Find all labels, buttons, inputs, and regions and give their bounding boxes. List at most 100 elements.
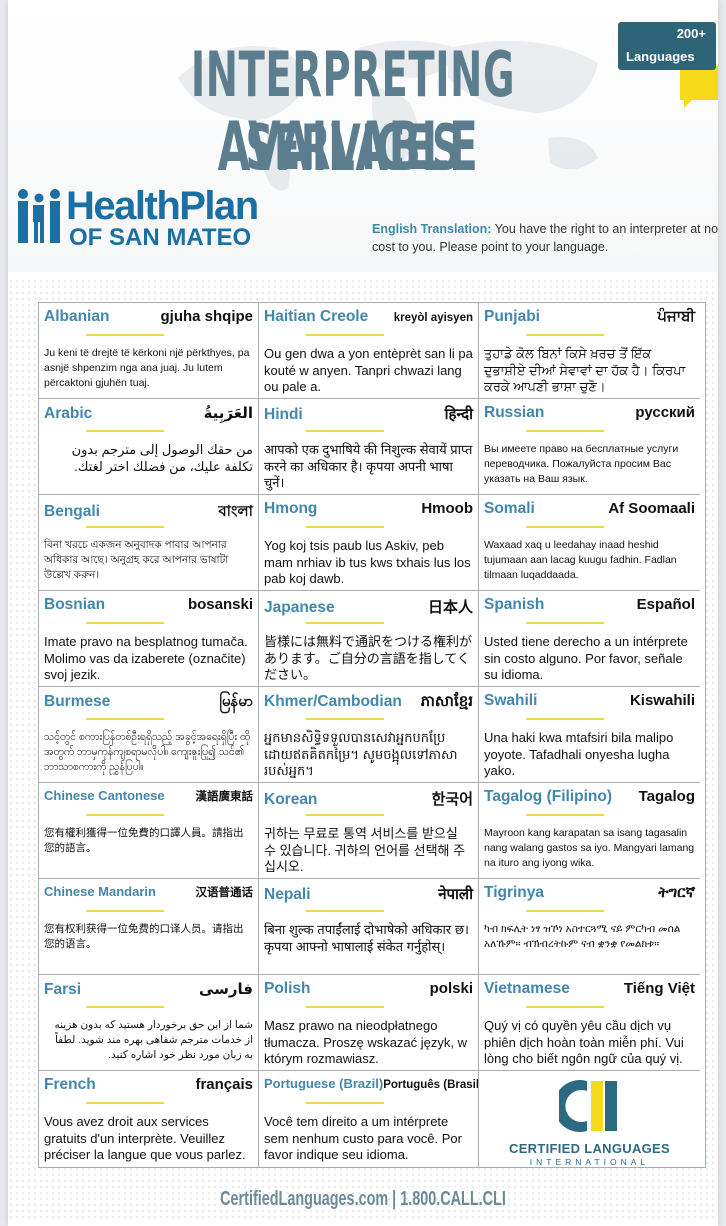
language-name: Portuguese (Brazil) bbox=[264, 1076, 384, 1091]
language-cell-korean[interactable]: Korean 한국어 귀하는 무료로 통역 서비스를 받으실 수 있습니다. 귀하… bbox=[259, 783, 479, 879]
language-cell-bengali[interactable]: Bengali বাংলা বিনা খরচে একজন অনুবাদক পাবা… bbox=[39, 495, 259, 591]
badge-speech-tail bbox=[684, 98, 694, 108]
language-name: Tigrinya bbox=[484, 884, 545, 901]
native-name: Tiếng Việt bbox=[623, 980, 695, 997]
languages-badge: 200+ Languages bbox=[618, 22, 716, 70]
language-cell-burmese[interactable]: Burmese မြန်မာ သင့်တွင် စကားပြန်တစ်ဦးရရှိ… bbox=[39, 687, 259, 783]
language-cell-tigrinya[interactable]: Tigrinya ትግርኛ ካብ ክፍሊት ነፃ ዝኾነ አስተርጓሚ ናይ ምር… bbox=[479, 879, 700, 975]
language-cell-russian[interactable]: Russian русский Вы имеете право на беспла… bbox=[479, 399, 700, 495]
language-text: बिना शुल्क तपाईंलाई दोभाषेको अधिकार छ। क… bbox=[264, 922, 469, 954]
language-cell-vietnamese[interactable]: Vietnamese Tiếng Việt Quý vị có quyền yêu… bbox=[479, 975, 700, 1071]
language-cell-french[interactable]: French français Vous avez droit aux servi… bbox=[39, 1071, 259, 1167]
language-text: आपको एक दुभाषिये की निशुल्क सेवायें प्रा… bbox=[264, 442, 473, 490]
language-cell-farsi[interactable]: Farsi فارسی شما از این حق برخوردار هستید … bbox=[39, 975, 259, 1071]
language-name: Nepali bbox=[264, 886, 311, 903]
people-logo-icon bbox=[18, 189, 60, 243]
native-name: русский bbox=[635, 404, 695, 421]
language-text: Usted tiene derecho a un intérprete sin … bbox=[484, 634, 688, 682]
language-name: Somali bbox=[484, 500, 535, 517]
language-cell-hmong[interactable]: Hmong Hmoob Yog koj tsis paub lus Askiv, … bbox=[259, 495, 479, 591]
language-cell-arabic[interactable]: Arabic العَرَبِيةُ من حقك الوصول إلى مترج… bbox=[39, 399, 259, 495]
cli-name: CERTIFIED LANGUAGES bbox=[509, 1141, 670, 1156]
language-name: Swahili bbox=[484, 692, 538, 709]
language-cell-somali[interactable]: Somali Af Soomaali Waxaad xaq u leedahay … bbox=[479, 495, 700, 591]
language-text: ਤੁਹਾਡੇ ਕੋਲ ਬਿਨਾਂ ਕਿਸੇ ਖ਼ਰਚ ਤੋਂ ਇੱਕ ਦੁਭਾਸ… bbox=[484, 346, 686, 394]
language-text: من حقك الوصول إلى مترجم بدون تكلفة عليك،… bbox=[71, 442, 253, 474]
native-name: Hmoob bbox=[421, 500, 473, 517]
language-name: Burmese bbox=[44, 693, 111, 710]
language-name: Vietnamese bbox=[484, 980, 570, 997]
language-name: Farsi bbox=[44, 981, 82, 998]
cli-subtitle: INTERNATIONAL bbox=[529, 1157, 650, 1167]
flyer: INTERPRETING SERVICES AVAILABLE 200+ Lan… bbox=[8, 0, 718, 1226]
accent-underline bbox=[306, 622, 384, 624]
language-name: Chinese Cantonese bbox=[44, 788, 165, 803]
language-name: Bosnian bbox=[44, 596, 106, 613]
language-cell-nepali[interactable]: Nepali नेपाली बिना शुल्क तपाईंलाई दोभाषेक… bbox=[259, 879, 479, 975]
language-cell-bosnian[interactable]: Bosnian bosanski Imate pravo na besplatno… bbox=[39, 591, 259, 687]
language-cell-albanian[interactable]: Albanian gjuha shqipe Ju keni të drejtë t… bbox=[39, 303, 259, 399]
accent-underline bbox=[306, 430, 384, 432]
language-name: Polish bbox=[264, 980, 311, 997]
logo-san-mateo-text: OF SAN MATEO bbox=[69, 224, 252, 251]
accent-underline bbox=[526, 718, 604, 720]
accent-underline bbox=[86, 334, 164, 336]
language-text: Yog koj tsis paub lus Askiv, peb mam nrh… bbox=[264, 538, 471, 586]
language-cell-portuguese[interactable]: Portuguese (Brazil) Português (Brasil) Vo… bbox=[259, 1071, 479, 1167]
translation-label: English Translation: bbox=[372, 222, 492, 236]
language-name: Arabic bbox=[44, 405, 93, 422]
language-cell-punjabi[interactable]: Punjabi ਪੰਜਾਬੀ ਤੁਹਾਡੇ ਕੋਲ ਬਿਨਾਂ ਕਿਸੇ ਖ਼ਰਚ… bbox=[479, 303, 700, 399]
language-text: Ou gen dwa a yon entèprèt san li pa kout… bbox=[264, 346, 473, 394]
language-cell-tagalog[interactable]: Tagalog (Filipino) Tagalog Mayroon kang k… bbox=[479, 783, 700, 879]
language-text: Você tem direito a um intérprete sem nen… bbox=[264, 1114, 462, 1162]
accent-underline bbox=[86, 1006, 164, 1008]
language-cell-chinese-cantonese[interactable]: Chinese Cantonese 漢語廣東話 您有權利獲得一位免費的口譯人員。請… bbox=[39, 783, 259, 879]
cli-logo-icon bbox=[558, 1080, 617, 1132]
language-cell-spanish[interactable]: Spanish Español Usted tiene derecho a un … bbox=[479, 591, 700, 687]
language-cell-swahili[interactable]: Swahili Kiswahili Una haki kwa mtafsiri b… bbox=[479, 687, 700, 783]
accent-underline bbox=[306, 1006, 384, 1008]
language-cell-japanese[interactable]: Japanese 日本人 皆様には無料で通訳をつける権利があります。ご自分の言語を… bbox=[259, 591, 479, 687]
language-text: বিনা খরচে একজন অনুবাদক পাবার আপনার অধিকা… bbox=[44, 539, 229, 581]
native-name: हिन्दी bbox=[444, 406, 473, 423]
language-name: Tagalog (Filipino) bbox=[484, 788, 612, 805]
language-text: អ្នកមានសិទ្ធិទទួលបានសេវាអ្នកបកប្រែ ដោយឥត… bbox=[264, 730, 458, 778]
native-name: français bbox=[195, 1076, 253, 1093]
english-translation: English Translation: You have the right … bbox=[372, 220, 718, 256]
healthplan-logo: HealthPlan OF SAN MATEO bbox=[14, 184, 274, 258]
language-text: Ju keni të drejtë të kërkoni një përkthy… bbox=[44, 347, 250, 389]
native-name: bosanski bbox=[187, 596, 253, 613]
language-name: Japanese bbox=[264, 599, 335, 616]
native-name: ਪੰਜਾਬੀ bbox=[657, 308, 695, 325]
page-title-line2: AVAILABLE bbox=[217, 108, 479, 187]
native-name: gjuha shqipe bbox=[160, 308, 253, 325]
badge-speech-bubble bbox=[680, 66, 718, 100]
language-cell-haitian-creole[interactable]: Haitian Creole kreyòl ayisyen Ou gen dwa … bbox=[259, 303, 479, 399]
logo-healthplan-text: HealthPlan bbox=[66, 184, 259, 228]
accent-underline bbox=[526, 814, 604, 816]
native-name: Tagalog bbox=[638, 788, 695, 805]
language-text: 您有权利获得一位免费的口译人员。请指出您的语言。 bbox=[44, 923, 244, 950]
language-cell-hindi[interactable]: Hindi हिन्दी आपको एक दुभाषिये की निशुल्क … bbox=[259, 399, 479, 495]
accent-underline bbox=[526, 334, 604, 336]
native-name: ភាសាខ្មែរ bbox=[420, 693, 473, 710]
accent-underline bbox=[86, 1102, 164, 1104]
language-text: Вы имеете право на бесплатные услуги пер… bbox=[484, 443, 679, 485]
language-text: Vous avez droit aux services gratuits d'… bbox=[44, 1114, 246, 1162]
footer-contact[interactable]: CertifiedLanguages.com | 1.800.CALL.CLI bbox=[107, 1188, 618, 1211]
native-name: Português (Brasil) bbox=[383, 1079, 479, 1091]
language-cell-chinese-mandarin[interactable]: Chinese Mandarin 汉语普通话 您有权利获得一位免费的口译人员。请指… bbox=[39, 879, 259, 975]
language-cell-polish[interactable]: Polish polski Masz prawo na nieodpłatnego… bbox=[259, 975, 479, 1071]
header: INTERPRETING SERVICES AVAILABLE 200+ Lan… bbox=[8, 0, 718, 272]
accent-underline bbox=[306, 334, 384, 336]
language-text: Mayroon kang karapatan sa isang tagasali… bbox=[484, 827, 695, 869]
native-name: 漢語廣東話 bbox=[195, 791, 254, 803]
language-cell-khmer[interactable]: Khmer/Cambodian ភាសាខ្មែរ អ្នកមានសិទ្ធិទទ… bbox=[259, 687, 479, 783]
native-name: 日本人 bbox=[427, 599, 473, 616]
language-name: Korean bbox=[264, 791, 318, 808]
native-name: polski bbox=[429, 980, 473, 997]
accent-underline bbox=[306, 1102, 384, 1104]
language-name: Chinese Mandarin bbox=[44, 884, 156, 899]
native-name: kreyòl ayisyen bbox=[393, 312, 473, 324]
language-grid: Albanian gjuha shqipe Ju keni të drejtë t… bbox=[38, 302, 706, 1168]
